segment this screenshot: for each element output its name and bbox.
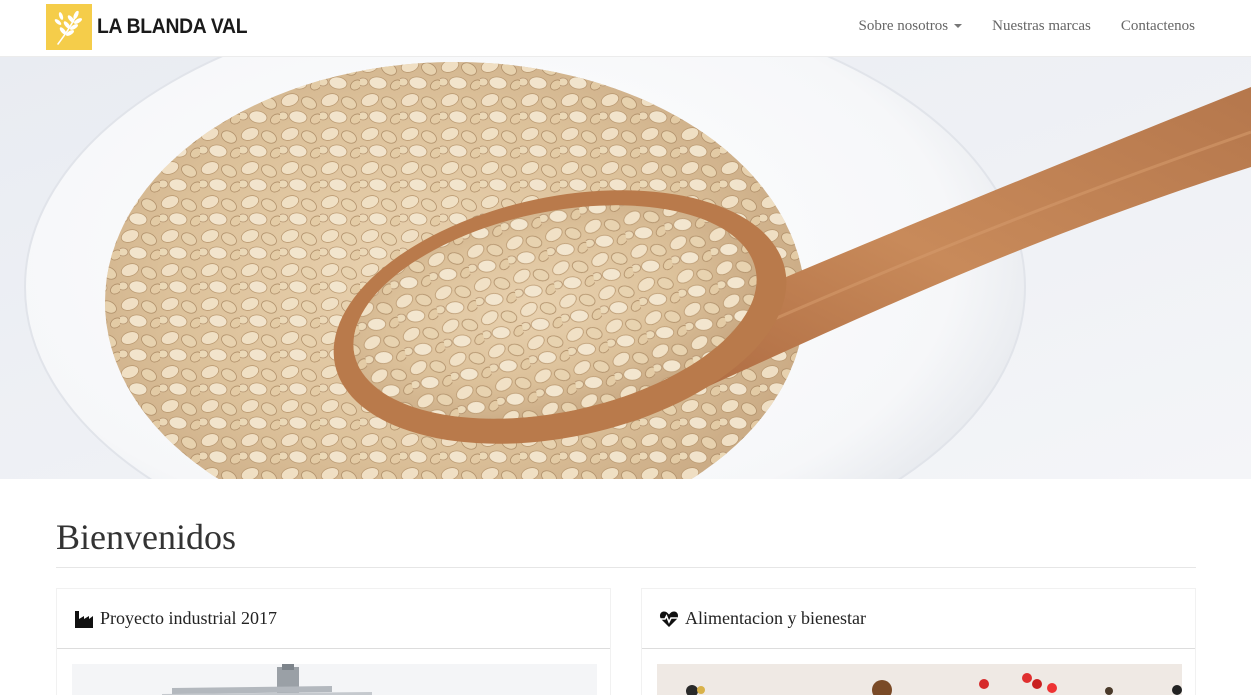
nav-item-label: Sobre nosotros <box>858 17 949 34</box>
card-image-factory[interactable] <box>72 664 597 695</box>
wheat-icon <box>46 4 92 50</box>
brand-link[interactable]: LA BLANDA VAL <box>46 4 260 50</box>
heading-divider <box>56 567 1196 568</box>
card-title[interactable]: Alimentacion y bienestar <box>685 608 866 629</box>
card-proyecto-industrial: Proyecto industrial 2017 <box>56 588 611 695</box>
industry-icon <box>74 609 94 629</box>
card-alimentacion-bienestar: Alimentacion y bienestar <box>641 588 1196 695</box>
card-title[interactable]: Proyecto industrial 2017 <box>100 608 277 629</box>
page-title: Bienvenidos <box>56 517 236 557</box>
card-image-fruits[interactable] <box>657 664 1182 695</box>
brand-name: LA BLANDA VAL <box>97 15 248 38</box>
nav-item-nuestras-marcas[interactable]: Nuestras marcas <box>992 18 1091 35</box>
card-header: Alimentacion y bienestar <box>642 589 1195 649</box>
nav-item-sobre-nosotros[interactable]: Sobre nosotros <box>859 18 963 35</box>
heartbeat-icon <box>659 609 679 629</box>
top-navbar: LA BLANDA VAL Sobre nosotros Nuestras ma… <box>0 0 1251 57</box>
card-header: Proyecto industrial 2017 <box>57 589 610 649</box>
nav-item-contactenos[interactable]: Contactenos <box>1121 18 1195 35</box>
main-nav: Sobre nosotros Nuestras marcas Contacten… <box>829 0 1195 52</box>
hero-image <box>0 57 1251 479</box>
caret-down-icon <box>954 24 963 28</box>
